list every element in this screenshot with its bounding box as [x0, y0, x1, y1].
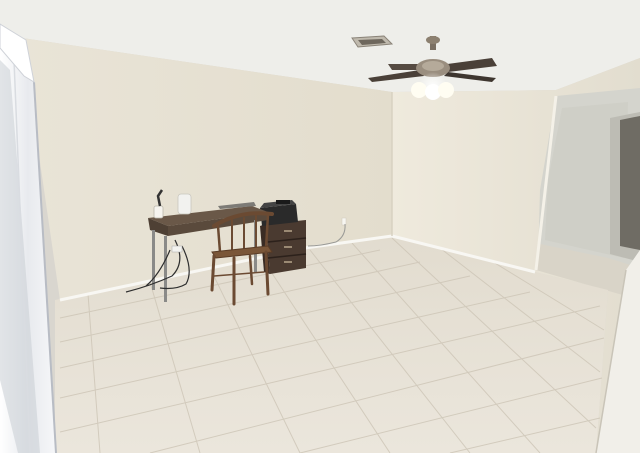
room-photo	[0, 0, 640, 453]
fan-light-left	[411, 82, 427, 98]
wall-outlet	[341, 217, 347, 226]
power-strip	[171, 245, 183, 253]
hallway-door-dark	[620, 116, 640, 250]
white-container	[177, 193, 192, 215]
fan-light-right	[438, 82, 454, 98]
mug	[153, 205, 164, 219]
